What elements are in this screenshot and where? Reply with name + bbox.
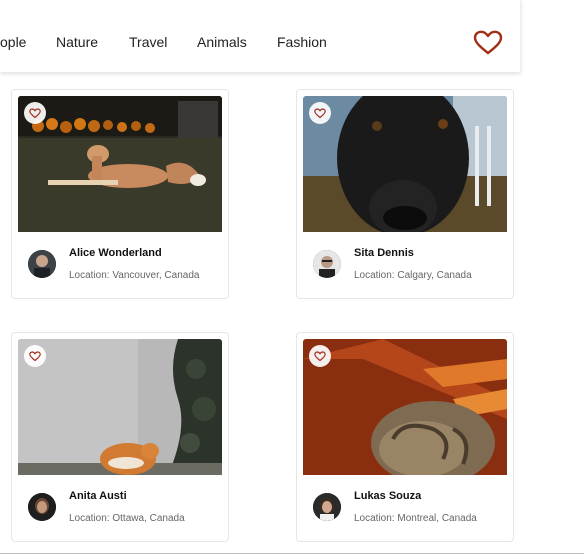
nav-item-people[interactable]: ople [0,34,26,50]
avatar [313,493,341,521]
nav-item-fashion[interactable]: Fashion [277,34,327,50]
card-author-name: Anita Austi [69,490,127,502]
avatar [313,250,341,278]
avatar [28,493,56,521]
like-heart-icon[interactable] [24,102,46,124]
card-location: Location: Calgary, Canada [354,270,472,281]
card-author-name: Sita Dennis [354,247,414,259]
photo-card[interactable]: Lukas Souza Location: Montreal, Canada [296,332,514,542]
category-navbar: ople Nature Travel Animals Fashion [0,0,521,72]
avatar [28,250,56,278]
photo-dog-lying-on-grass[interactable] [18,96,222,232]
like-heart-icon[interactable] [309,345,331,367]
photo-black-dog-closeup[interactable] [303,96,507,232]
card-location: Location: Montreal, Canada [354,513,477,524]
nav-item-travel[interactable]: Travel [129,34,167,50]
divider [0,553,584,554]
photo-card[interactable]: Alice Wonderland Location: Vancouver, Ca… [11,89,229,299]
photo-orange-cat-by-wall[interactable] [18,339,222,475]
card-author-name: Lukas Souza [354,490,422,502]
like-heart-icon[interactable] [24,345,46,367]
card-location: Location: Ottawa, Canada [69,513,185,524]
photo-card[interactable]: Anita Austi Location: Ottawa, Canada [11,332,229,542]
nav-item-animals[interactable]: Animals [197,34,247,50]
card-author-name: Alice Wonderland [69,247,162,259]
card-location: Location: Vancouver, Canada [69,270,200,281]
nav-item-nature[interactable]: Nature [56,34,98,50]
like-heart-icon[interactable] [309,102,331,124]
photo-tabby-cat-sleeping[interactable] [303,339,507,475]
photo-card[interactable]: Sita Dennis Location: Calgary, Canada [296,89,514,299]
favorites-heart-icon[interactable] [473,30,503,56]
